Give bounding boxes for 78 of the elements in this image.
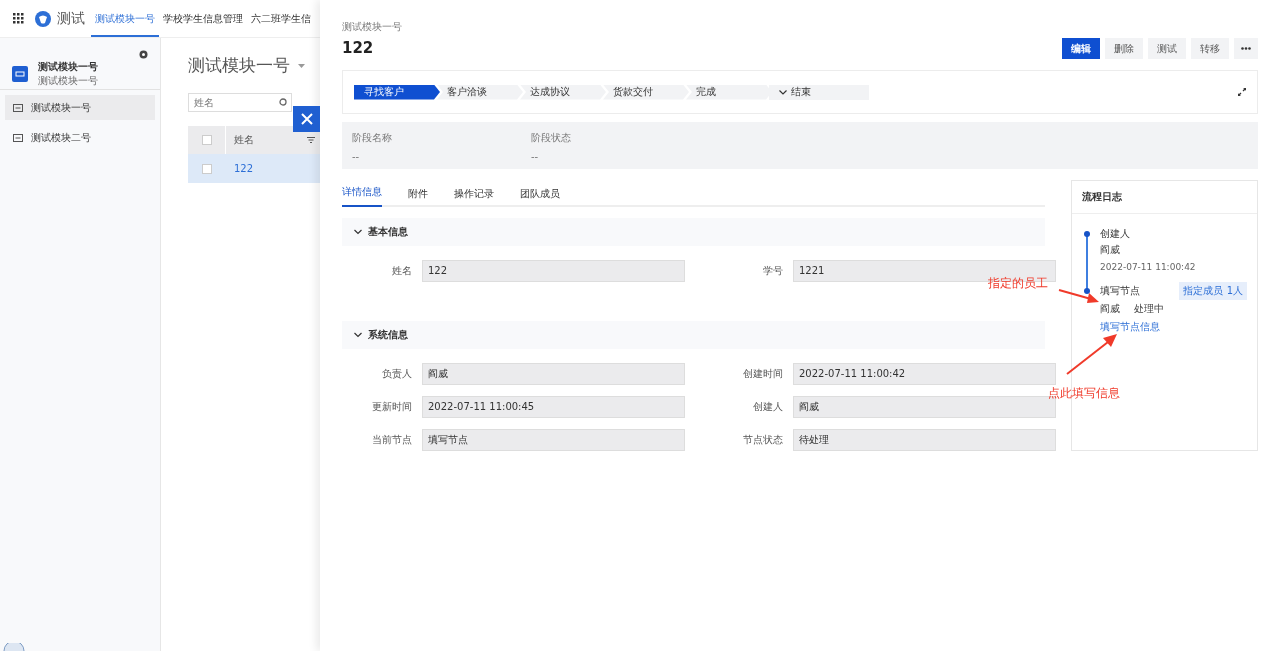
settings-icon xyxy=(139,50,148,59)
entry-title: 创建人 xyxy=(1100,227,1130,241)
section-header[interactable]: 基本信息 xyxy=(342,218,1045,246)
field-value: 2022-07-11 11:00:42 xyxy=(793,363,1056,385)
close-button[interactable] xyxy=(293,106,320,132)
form-icon xyxy=(13,103,23,112)
expand-icon xyxy=(1238,88,1246,96)
action-button[interactable]: 测试 xyxy=(1148,38,1186,59)
entry-person: 阎威 xyxy=(1100,302,1120,316)
nav-tab[interactable]: 六二班学生信 xyxy=(247,0,315,37)
breadcrumb: 测试模块一号 xyxy=(342,20,402,34)
chevron-down-icon xyxy=(354,228,362,236)
info-label: 阶段名称 xyxy=(352,131,393,145)
timeline-drawing xyxy=(1084,231,1090,295)
action-button[interactable]: 转移 xyxy=(1191,38,1229,59)
filter-icon xyxy=(307,137,315,143)
search-icon xyxy=(279,98,288,107)
table-row[interactable]: 122 xyxy=(188,154,321,183)
module-title: 测试模块一号 xyxy=(38,59,98,74)
entry-person: 阎威 xyxy=(1100,243,1121,257)
section-header[interactable]: 系统信息 xyxy=(342,321,1045,349)
entry-time: 2022-07-11 11:00:42 xyxy=(1100,262,1197,272)
stage-step[interactable]: 客户洽谈 xyxy=(437,84,523,100)
field-label: 创建人 xyxy=(752,400,783,414)
table-cell-text: 122 xyxy=(233,163,254,174)
field-label: 节点状态 xyxy=(742,433,783,447)
field-label: 创建时间 xyxy=(742,367,783,381)
module-icon xyxy=(12,65,28,82)
field-label: 更新时间 xyxy=(371,400,412,414)
sidebar-item[interactable]: 测试模块一号 xyxy=(5,95,155,120)
info-label: 阶段状态 xyxy=(531,131,572,145)
logo-icon xyxy=(35,10,51,27)
action-button[interactable]: 删除 xyxy=(1105,38,1143,59)
log-title: 流程日志 xyxy=(1072,181,1257,214)
form-icon xyxy=(13,133,23,142)
tab[interactable]: 附件 xyxy=(408,187,428,207)
field-value: 122 xyxy=(422,260,685,282)
fill-link[interactable]: 填写节点信息 xyxy=(1100,320,1247,334)
chevron-down-icon xyxy=(779,89,787,95)
field-value: 2022-07-11 11:00:45 xyxy=(422,396,685,418)
entry-title: 填写节点 xyxy=(1100,284,1140,298)
field-value: 填写节点 xyxy=(422,429,685,451)
module-subtitle: 测试模块一号 xyxy=(38,73,98,88)
arrow-icon xyxy=(1066,333,1118,375)
tab[interactable]: 详情信息 xyxy=(342,185,382,207)
field-label: 负责人 xyxy=(381,367,412,381)
member-badge: 指定成员 1人 xyxy=(1179,282,1247,300)
stage-step[interactable]: 寻找客户 xyxy=(354,84,440,100)
checkbox[interactable] xyxy=(202,135,212,145)
chevron-down-icon xyxy=(354,331,362,339)
close-icon xyxy=(300,113,313,125)
app-title: 测试 xyxy=(57,9,85,28)
action-button[interactable]: 编辑 xyxy=(1062,38,1100,59)
record-title: 122 xyxy=(342,39,375,57)
stage-step[interactable]: 货款交付 xyxy=(603,84,689,100)
stage-step[interactable]: 完成 xyxy=(686,84,772,100)
arrow-icon xyxy=(1058,288,1100,304)
info-value: -- xyxy=(531,151,540,162)
stage-step[interactable]: 结束 xyxy=(769,84,869,100)
field-label: 学号 xyxy=(762,264,783,278)
checkbox[interactable] xyxy=(202,163,212,174)
more-button[interactable] xyxy=(1234,38,1258,59)
more-icon xyxy=(1241,47,1251,50)
caret-icon xyxy=(298,63,305,68)
info-value: -- xyxy=(352,151,361,162)
stage-step[interactable]: 达成协议 xyxy=(520,84,606,100)
entry-status: 处理中 xyxy=(1134,302,1164,316)
field-value: 待处理 xyxy=(793,429,1056,451)
sidebar-item[interactable]: 测试模块二号 xyxy=(5,125,155,150)
nav-tab[interactable]: 学校学生信息管理 xyxy=(159,0,247,37)
field-value: 阎威 xyxy=(422,363,685,385)
apps-icon xyxy=(13,13,24,24)
list-title[interactable]: 测试模块一号 xyxy=(188,54,290,77)
tab[interactable]: 团队成员 xyxy=(520,187,560,207)
tab[interactable]: 操作记录 xyxy=(454,187,494,207)
field-label: 姓名 xyxy=(391,264,412,278)
field-label: 当前节点 xyxy=(371,433,412,447)
search-field[interactable]: 姓名 xyxy=(188,93,292,112)
